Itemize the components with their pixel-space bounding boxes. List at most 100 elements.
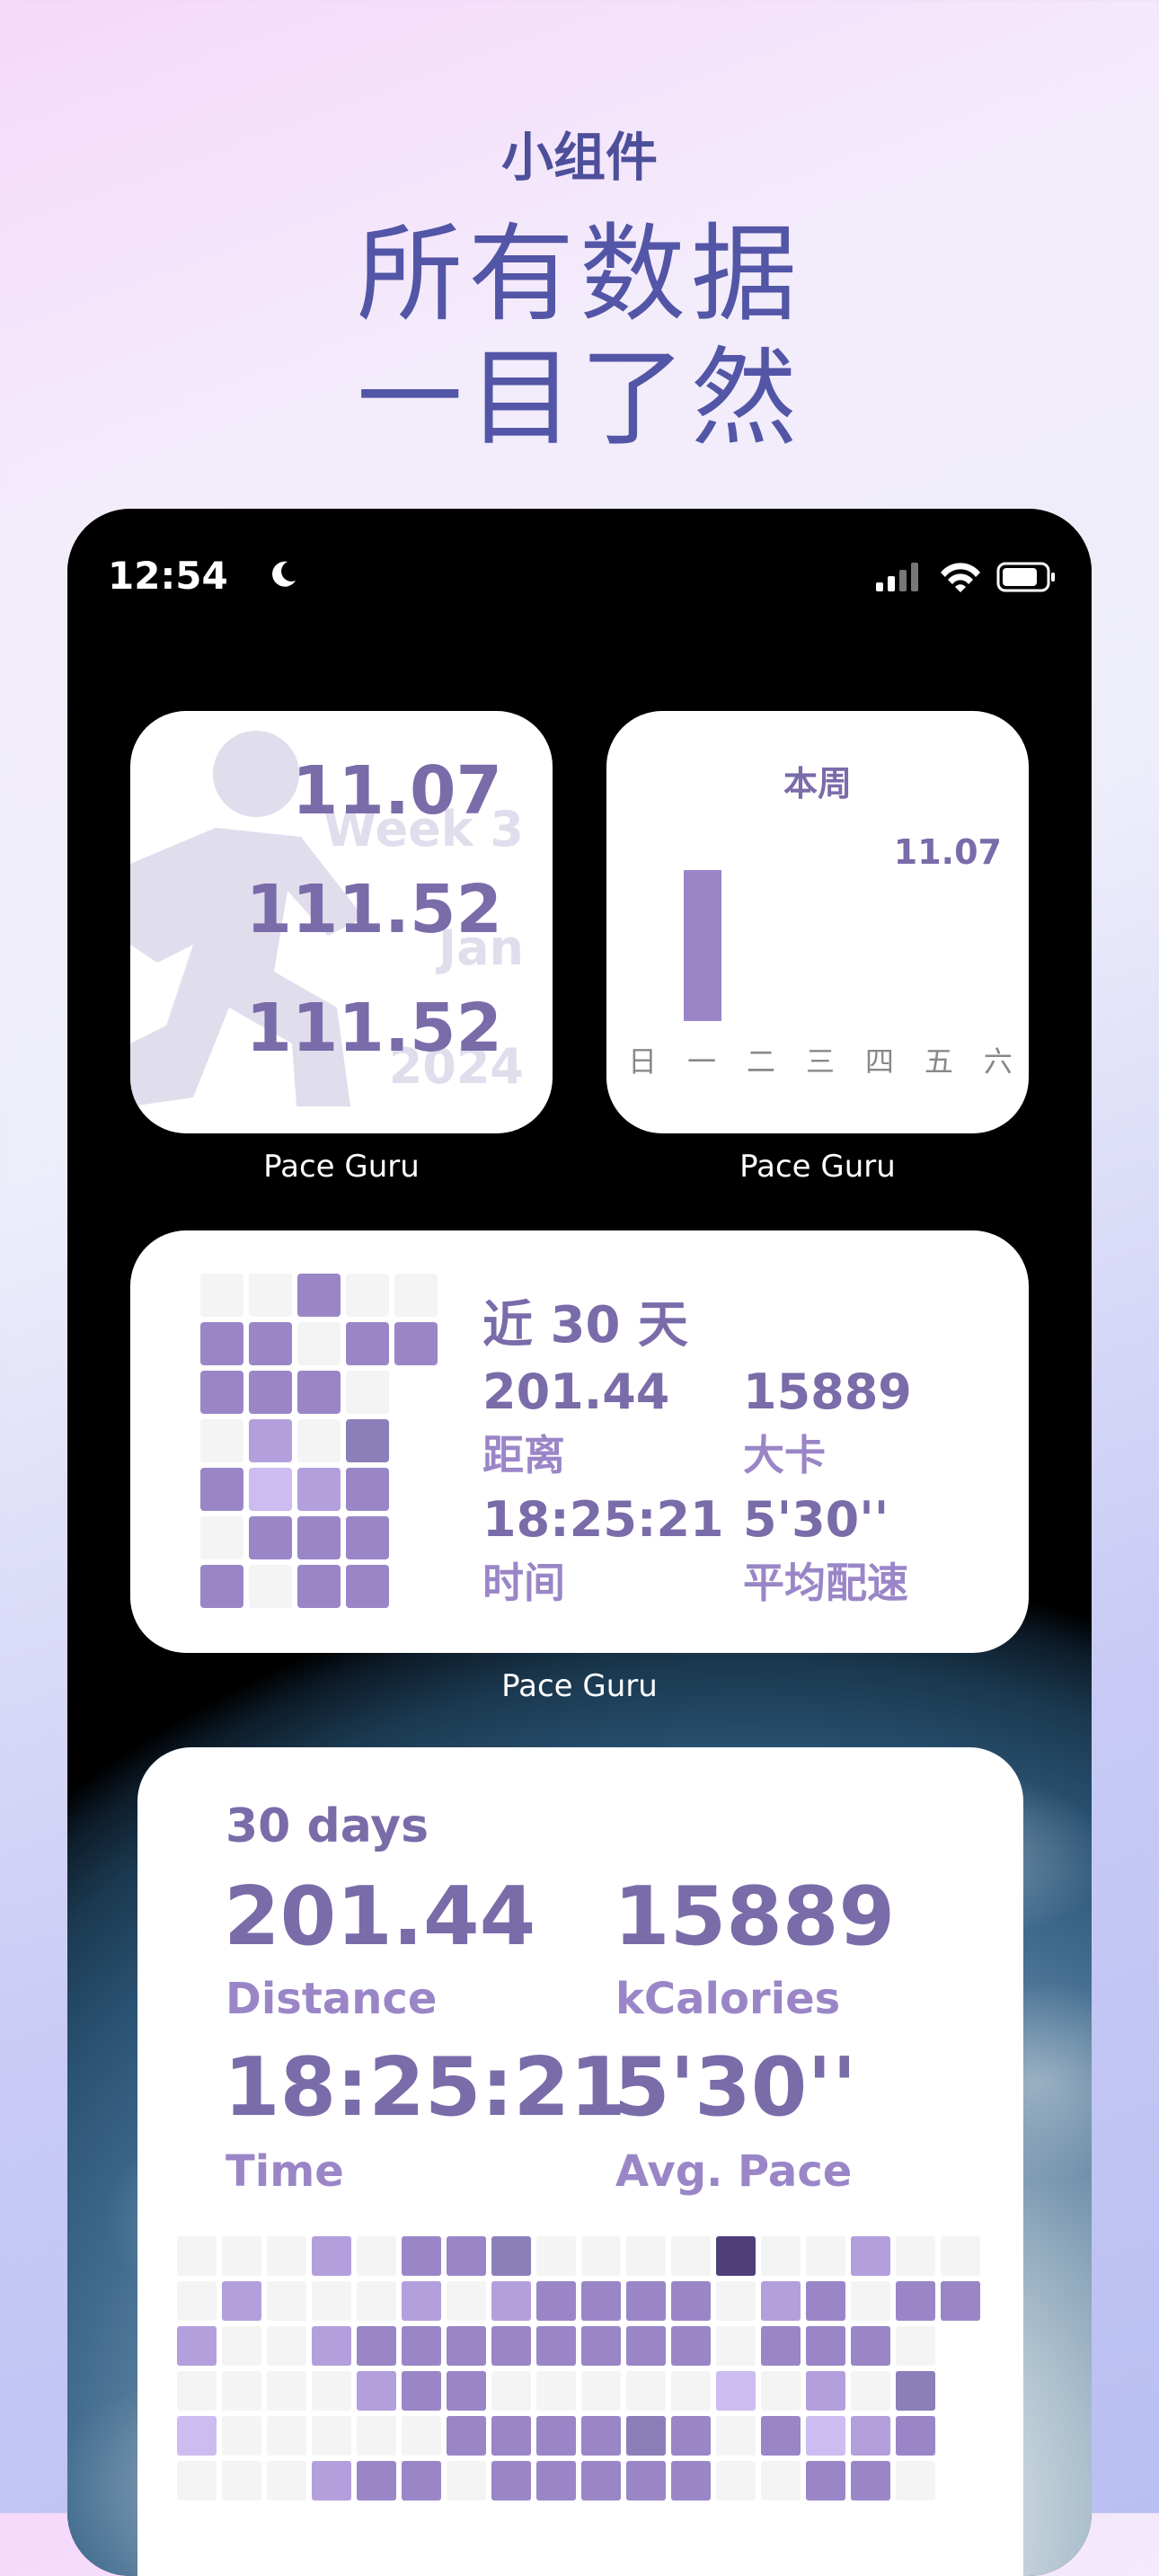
status-icons <box>876 562 1055 592</box>
heatmap-cell <box>626 2371 666 2411</box>
heatmap-cell <box>312 2236 351 2276</box>
heatmap-cell <box>357 2281 396 2321</box>
heatmap-cell <box>806 2281 845 2321</box>
heatmap-cell <box>581 2371 621 2411</box>
distance-value: 201.44 <box>482 1364 670 1420</box>
heatmap-cell <box>346 1419 389 1462</box>
widget-30-days-cn[interactable]: 近 30 天 201.44 距离 15889 大卡 18:25:21 时间 5'… <box>130 1230 1029 1653</box>
heatmap-cell <box>491 2371 531 2411</box>
distance-value: 201.44 <box>224 1870 536 1964</box>
heatmap-cell <box>249 1516 292 1559</box>
signal-icon <box>876 563 918 591</box>
heatmap-cell <box>357 2461 396 2500</box>
heatmap-cell <box>249 1565 292 1608</box>
heatmap-cell <box>267 2461 306 2500</box>
heatmap-cell <box>200 1419 243 1462</box>
heatmap-cell <box>851 2461 890 2500</box>
calories-label: 大卡 <box>743 1431 826 1479</box>
time-label: 时间 <box>482 1559 565 1607</box>
heatmap-cell <box>357 2236 396 2276</box>
tick-wed: 三 <box>805 1044 835 1079</box>
heatmap-cell <box>200 1322 243 1365</box>
chart-value-label: 11.07 <box>893 832 1002 872</box>
heatmap-cell <box>806 2236 845 2276</box>
heatmap-cell <box>402 2281 441 2321</box>
status-bar: 12:54 <box>108 554 1056 608</box>
heatmap-cell <box>536 2461 576 2500</box>
widget-weekly-summary[interactable]: Week 3 Jan 2024 11.07 111.52 111.52 <box>130 711 553 1133</box>
heatmap-cell <box>177 2371 217 2411</box>
heatmap-cell <box>200 1565 243 1608</box>
heatmap-cell <box>626 2416 666 2456</box>
pace-label: 平均配速 <box>743 1559 908 1607</box>
heatmap-cell <box>896 2371 935 2411</box>
bar-monday <box>684 870 721 1021</box>
heatmap-cell <box>357 2371 396 2411</box>
heatmap-cell <box>491 2281 531 2321</box>
tick-mon: 一 <box>686 1044 716 1079</box>
heatmap-cell <box>249 1322 292 1365</box>
heatmap-cell <box>447 2371 486 2411</box>
widget-30-days-en[interactable]: 30 days 201.44 Distance 15889 kCalories … <box>137 1747 1023 2576</box>
month-distance: 111.52 <box>245 871 502 948</box>
heatmap-cell <box>851 2371 890 2411</box>
heatmap-cell <box>671 2236 711 2276</box>
heatmap-cell <box>249 1371 292 1414</box>
pace-value: 5'30'' <box>743 1491 889 1548</box>
heatmap-cell <box>671 2461 711 2500</box>
heatmap-cell <box>896 2416 935 2456</box>
heatmap-cell <box>200 1371 243 1414</box>
heatmap-cell <box>761 2371 801 2411</box>
widget-this-week-chart[interactable]: 本周 11.07 日 一 二 三 四 五 六 <box>606 711 1029 1133</box>
weekday-axis: 日 一 二 三 四 五 六 <box>628 1039 1013 1080</box>
heatmap-cell <box>761 2326 801 2366</box>
status-time: 12:54 <box>108 554 228 598</box>
heatmap-cell <box>716 2281 756 2321</box>
heatmap-cell <box>312 2281 351 2321</box>
heatmap-cell <box>536 2416 576 2456</box>
heatmap-cell <box>394 1274 438 1317</box>
heatmap-cell <box>581 2416 621 2456</box>
heatmap-cell <box>806 2326 845 2366</box>
heatmap-cell <box>896 2326 935 2366</box>
heatmap-cell <box>222 2371 261 2411</box>
heatmap-cell <box>402 2236 441 2276</box>
heatmap-cell <box>267 2326 306 2366</box>
heatmap-cell <box>312 2326 351 2366</box>
heatmap-cell <box>267 2281 306 2321</box>
heatmap-cell <box>761 2236 801 2276</box>
heatmap-cell <box>402 2371 441 2411</box>
hero-title-line-1: 所有数据 <box>356 212 802 336</box>
heatmap-cell <box>671 2281 711 2321</box>
heatmap-cell <box>222 2461 261 2500</box>
heatmap-cell <box>222 2281 261 2321</box>
heatmap-cell <box>312 2416 351 2456</box>
heatmap-cell <box>716 2461 756 2500</box>
heatmap-cell <box>716 2236 756 2276</box>
heatmap-cell <box>200 1468 243 1511</box>
heatmap-cell <box>941 2281 980 2321</box>
heatmap-cell <box>249 1419 292 1462</box>
battery-icon <box>996 562 1055 592</box>
heatmap-cell <box>394 1322 438 1365</box>
heatmap-cell <box>297 1468 341 1511</box>
heatmap-cell <box>200 1516 243 1559</box>
heatmap-cell <box>581 2281 621 2321</box>
phone-screen: 12:54 Week 3 Jan 2024 11.07 111.52 111.5… <box>67 509 1092 2576</box>
heatmap-cell <box>346 1371 389 1414</box>
heatmap-cell <box>297 1565 341 1608</box>
heatmap-cell <box>297 1371 341 1414</box>
calories-value: 15889 <box>614 1870 896 1964</box>
heatmap-cell <box>491 2461 531 2500</box>
calories-value: 15889 <box>743 1364 912 1420</box>
large-heading: 30 days <box>226 1799 429 1853</box>
week-distance: 11.07 <box>291 752 502 830</box>
time-value: 18:25:21 <box>224 2040 626 2135</box>
heatmap-cell <box>581 2461 621 2500</box>
heatmap-cell <box>447 2281 486 2321</box>
tick-thu: 四 <box>864 1044 894 1079</box>
widget-caption: Pace Guru <box>739 1149 896 1185</box>
heatmap-cell <box>267 2371 306 2411</box>
heatmap-cell <box>200 1274 243 1317</box>
heatmap-cell <box>357 2416 396 2456</box>
